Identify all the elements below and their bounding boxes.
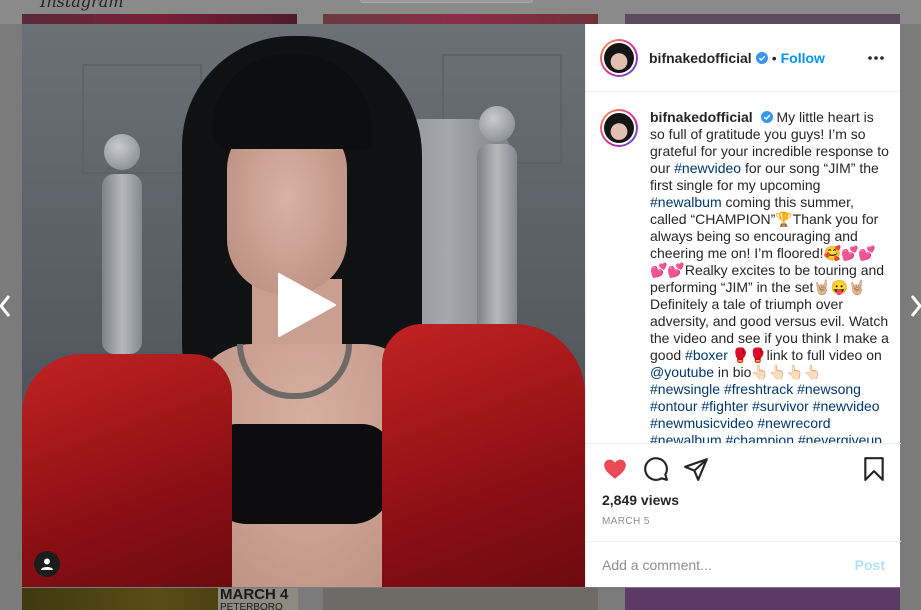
caption-segment: 🥊🥊link to full video on xyxy=(727,347,882,363)
chair-post-right xyxy=(477,144,517,344)
more-options-icon[interactable] xyxy=(866,48,886,68)
header-username[interactable]: bifnakedofficial xyxy=(649,50,752,66)
user-tag-icon xyxy=(41,558,53,570)
caption-segment: coming this summer, called “CHAMPION”🏆Th… xyxy=(650,194,889,363)
hashtag-link[interactable]: #newsong xyxy=(797,381,861,397)
caption-segment: in bio👆🏻👆🏻👆🏻👆🏻 xyxy=(714,364,822,380)
hashtag-link[interactable]: #newvideo xyxy=(674,160,741,176)
background-search-box xyxy=(360,0,533,3)
poster-title: MARCH 4 xyxy=(220,588,289,603)
hashtag-link[interactable]: #newalbum xyxy=(650,432,722,443)
hashtag-link[interactable]: #newalbum xyxy=(650,194,722,210)
follow-button[interactable]: Follow xyxy=(781,50,825,66)
post-date[interactable]: MARCH 5 xyxy=(602,516,650,527)
hashtag-link[interactable]: #newmusicvideo xyxy=(650,415,754,431)
post-comment-button[interactable]: Post xyxy=(855,557,885,573)
comments-list[interactable]: bifnakedofficial My little heart is so f… xyxy=(586,93,901,443)
hashtag-link[interactable]: #boxer xyxy=(685,347,728,363)
hashtag-link[interactable]: #freshtrack xyxy=(724,381,793,397)
avatar[interactable] xyxy=(600,109,638,147)
verified-badge-icon xyxy=(760,111,773,123)
view-count[interactable]: 2,849 views xyxy=(602,492,679,508)
hashtag-link[interactable]: #fighter xyxy=(701,398,748,414)
heart-icon[interactable] xyxy=(602,456,628,482)
post-side-panel: bifnakedofficial • Follow bifnakedoffici… xyxy=(585,24,901,588)
background-poster-tile: MARCH 4 PETERBORO xyxy=(218,588,298,610)
hashtag-link[interactable]: #newrecord xyxy=(757,415,830,431)
figure-robe xyxy=(382,324,585,587)
hashtag-link[interactable]: #ontour xyxy=(650,398,697,414)
hashtag-link[interactable]: #newsingle xyxy=(650,381,720,397)
verified-badge-icon xyxy=(755,51,768,64)
chevron-left-icon[interactable] xyxy=(0,292,12,320)
avatar[interactable] xyxy=(600,38,638,77)
bookmark-icon[interactable] xyxy=(861,456,887,482)
hashtag-link[interactable]: #champion xyxy=(726,432,795,443)
avatar-image xyxy=(604,42,634,73)
comment-icon[interactable] xyxy=(643,456,669,482)
figure-top xyxy=(207,424,392,524)
share-icon[interactable] xyxy=(683,456,709,482)
mention-link[interactable]: @youtube xyxy=(650,364,714,380)
comment-input[interactable] xyxy=(602,557,855,573)
post-actions: 2,849 views MARCH 5 Post xyxy=(586,443,901,588)
post-caption: bifnakedofficial My little heart is so f… xyxy=(650,109,890,443)
chevron-right-icon[interactable] xyxy=(909,292,921,320)
play-icon[interactable] xyxy=(277,272,337,338)
hashtag-link[interactable]: #survivor xyxy=(752,398,809,414)
post-modal: bifnakedofficial • Follow bifnakedoffici… xyxy=(22,24,901,588)
user-tag-button[interactable] xyxy=(34,551,60,577)
chair-finial xyxy=(479,106,515,142)
post-header: bifnakedofficial • Follow xyxy=(586,24,900,92)
video-player[interactable] xyxy=(22,24,585,587)
avatar-image xyxy=(604,113,634,143)
caption-text: My little heart is so full of gratitude … xyxy=(650,109,889,443)
comment-form: Post xyxy=(586,541,901,588)
caption-username[interactable]: bifnakedofficial xyxy=(650,109,753,125)
instagram-logo: Instagram xyxy=(40,0,124,11)
hashtag-link[interactable]: #nevergiveup xyxy=(798,432,882,443)
background-grid-tile xyxy=(323,588,598,610)
background-grid-tile xyxy=(625,588,900,610)
header-separator: • xyxy=(771,49,777,66)
hashtag-link[interactable]: #newvideo xyxy=(813,398,880,414)
chair-finial xyxy=(104,134,140,170)
chair-post-left xyxy=(102,174,142,354)
